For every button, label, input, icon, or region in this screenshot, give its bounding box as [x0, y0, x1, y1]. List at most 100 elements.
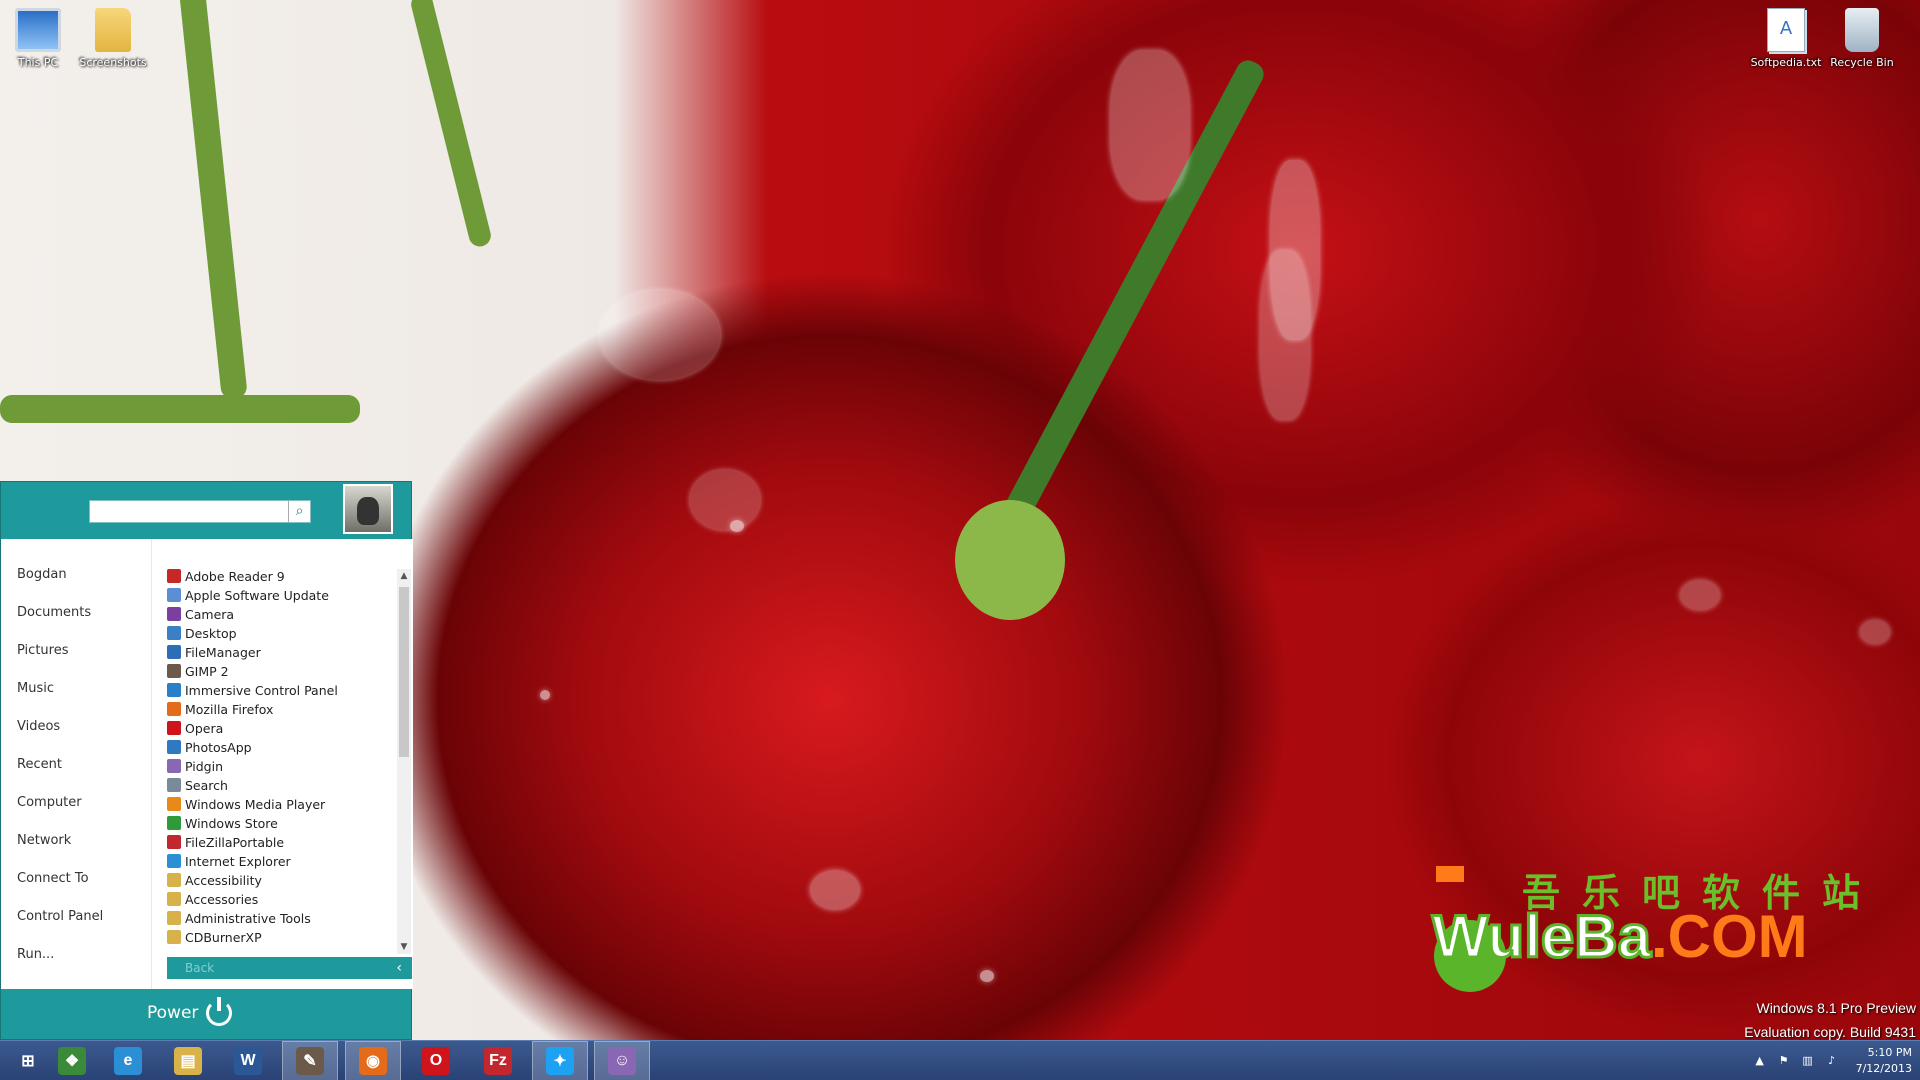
- program-item[interactable]: Windows Store: [167, 814, 397, 833]
- highlight: [1260, 250, 1310, 420]
- program-label: Windows Store: [185, 816, 278, 831]
- watermark-logo-tld: .COM: [1650, 903, 1808, 970]
- recycle-bin-icon[interactable]: Recycle Bin: [1824, 8, 1900, 69]
- power-icon: [206, 997, 233, 1026]
- program-item[interactable]: Immersive Control Panel: [167, 681, 397, 700]
- desktop-icon-label: Recycle Bin: [1830, 56, 1894, 69]
- program-icon: [167, 645, 181, 659]
- internet-explorer-button[interactable]: e: [100, 1041, 156, 1080]
- action-center-icon[interactable]: ⚑: [1777, 1054, 1791, 1068]
- program-label: Mozilla Firefox: [185, 702, 274, 717]
- place-item-pictures[interactable]: Pictures: [17, 643, 68, 658]
- scroll-thumb[interactable]: [399, 587, 409, 757]
- program-list: Adobe Reader 9 Apple Software Update Camer…: [167, 567, 397, 947]
- show-hidden-icons-icon[interactable]: ▲: [1753, 1054, 1767, 1068]
- water-drop: [600, 290, 720, 380]
- clock-date: 7/12/2013: [1855, 1062, 1912, 1075]
- power-button[interactable]: Power: [147, 997, 233, 1026]
- start-menu-places: Bogdan Documents Pictures Music Videos Recent…: [1, 539, 151, 989]
- program-item[interactable]: CDBurnerXP: [167, 928, 397, 947]
- firefox-icon: ◉: [359, 1047, 387, 1075]
- start-icon: ⊞: [21, 1053, 35, 1070]
- firefox-button[interactable]: ◉: [345, 1041, 401, 1080]
- place-item-run[interactable]: Run...: [17, 947, 54, 962]
- place-item-control-panel[interactable]: Control Panel: [17, 909, 103, 924]
- program-label: Camera: [185, 607, 235, 622]
- place-item-computer[interactable]: Computer: [17, 795, 82, 810]
- program-item[interactable]: Internet Explorer: [167, 852, 397, 871]
- file-explorer-button[interactable]: ▤: [160, 1041, 216, 1080]
- program-item[interactable]: PhotosApp: [167, 738, 397, 757]
- water-drop: [730, 520, 744, 532]
- scrollbar[interactable]: ▲ ▼: [397, 569, 411, 954]
- scroll-up-icon[interactable]: ▲: [397, 569, 411, 583]
- program-icon: [167, 892, 181, 906]
- program-item[interactable]: Search: [167, 776, 397, 795]
- place-item-connect-to[interactable]: Connect To: [17, 871, 89, 886]
- text-document-icon: A: [1767, 8, 1805, 52]
- windows7-orb-button[interactable]: ❖: [44, 1041, 100, 1080]
- trash-icon: [1845, 8, 1879, 52]
- place-item-bogdan[interactable]: Bogdan: [17, 567, 67, 582]
- search-button[interactable]: ⌕: [288, 501, 310, 522]
- softpedia-txt-icon[interactable]: A Softpedia.txt: [1748, 8, 1824, 69]
- program-item[interactable]: Accessibility: [167, 871, 397, 890]
- program-label: Opera: [185, 721, 224, 736]
- screenshots-folder-icon[interactable]: Screenshots: [75, 8, 151, 69]
- program-icon: [167, 664, 181, 678]
- program-icon: [167, 911, 181, 925]
- opera-button[interactable]: O: [408, 1041, 464, 1080]
- program-item[interactable]: Adobe Reader 9: [167, 567, 397, 586]
- search-input[interactable]: [90, 501, 286, 522]
- program-item[interactable]: FileManager: [167, 643, 397, 662]
- program-label: Adobe Reader 9: [185, 569, 285, 584]
- place-item-recent[interactable]: Recent: [17, 757, 62, 772]
- program-icon: [167, 816, 181, 830]
- this-pc-icon[interactable]: This PC: [0, 8, 76, 69]
- filezilla-button[interactable]: Fz: [470, 1041, 526, 1080]
- network-icon[interactable]: ▥: [1801, 1054, 1815, 1068]
- program-item[interactable]: Windows Media Player: [167, 795, 397, 814]
- program-label: GIMP 2: [185, 664, 229, 679]
- back-button[interactable]: Back ‹: [167, 957, 412, 979]
- place-item-documents[interactable]: Documents: [17, 605, 91, 620]
- program-icon: [167, 835, 181, 849]
- program-item[interactable]: GIMP 2: [167, 662, 397, 681]
- program-item[interactable]: Administrative Tools: [167, 909, 397, 928]
- program-item[interactable]: Pidgin: [167, 757, 397, 776]
- program-item[interactable]: Mozilla Firefox: [167, 700, 397, 719]
- place-item-network[interactable]: Network: [17, 833, 71, 848]
- folder-icon: [95, 8, 131, 52]
- system-tray: ▲ ⚑ ▥ ♪ 5:10 PM 7/12/2013: [1748, 1041, 1912, 1080]
- program-item[interactable]: Desktop: [167, 624, 397, 643]
- place-item-videos[interactable]: Videos: [17, 719, 60, 734]
- program-icon: [167, 740, 181, 754]
- pidgin-icon: ☺: [608, 1047, 636, 1075]
- watermark-logo-main: WuleBa: [1431, 902, 1653, 972]
- chevron-left-icon: ‹: [396, 960, 402, 976]
- evaluation-line-1: Windows 8.1 Pro Preview: [1756, 1000, 1916, 1016]
- program-icon: [167, 854, 181, 868]
- twitter-button[interactable]: ✦: [532, 1041, 588, 1080]
- program-item[interactable]: Accessories: [167, 890, 397, 909]
- search-box: ⌕: [89, 500, 311, 523]
- program-icon: [167, 702, 181, 716]
- computer-icon: [15, 8, 61, 52]
- user-avatar[interactable]: [343, 484, 393, 534]
- scroll-down-icon[interactable]: ▼: [397, 940, 411, 954]
- pidgin-button[interactable]: ☺: [594, 1041, 650, 1080]
- word-button[interactable]: W: [220, 1041, 276, 1080]
- program-icon: [167, 569, 181, 583]
- desktop-icon-label: Softpedia.txt: [1750, 56, 1822, 69]
- program-item[interactable]: FileZillaPortable: [167, 833, 397, 852]
- gimp-button[interactable]: ✎: [282, 1041, 338, 1080]
- evaluation-notice: Windows 8.1 Pro Preview Evaluation copy.…: [1744, 996, 1916, 1044]
- volume-icon[interactable]: ♪: [1825, 1054, 1839, 1068]
- program-item[interactable]: Opera: [167, 719, 397, 738]
- place-item-music[interactable]: Music: [17, 681, 54, 696]
- program-item[interactable]: Apple Software Update: [167, 586, 397, 605]
- program-item[interactable]: Camera: [167, 605, 397, 624]
- clock[interactable]: 5:10 PM 7/12/2013: [1856, 1045, 1912, 1077]
- program-icon: [167, 797, 181, 811]
- program-label: Pidgin: [185, 759, 224, 774]
